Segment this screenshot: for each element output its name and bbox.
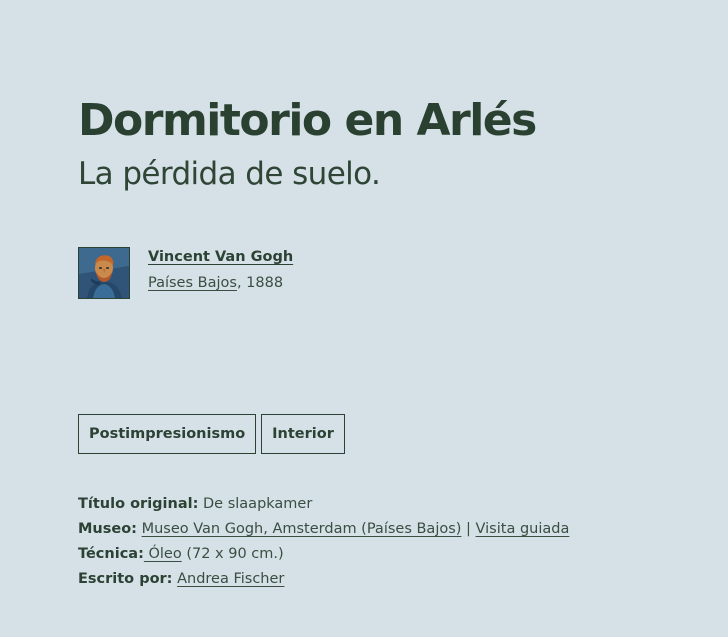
museum-link[interactable]: Museo Van Gogh, Amsterdam (Países Bajos) — [142, 521, 462, 537]
artwork-details: Título original: De slaapkamer Museo: Mu… — [78, 492, 569, 592]
author-year: , 1888 — [236, 275, 284, 291]
tag-interior[interactable]: Interior — [261, 414, 345, 454]
museum-separator: | — [461, 521, 476, 537]
technique-dimensions: (72 x 90 cm.) — [181, 546, 284, 562]
technique-label: Técnica: — [78, 546, 144, 562]
written-by-label: Escrito por: — [78, 571, 173, 587]
technique-link[interactable]: Óleo — [144, 546, 181, 562]
portrait-icon — [79, 248, 129, 298]
original-title-value: De slaapkamer — [198, 496, 313, 512]
page-title: Dormitorio en Arlés — [78, 95, 537, 146]
page-subtitle: La pérdida de suelo. — [78, 156, 381, 192]
author-avatar[interactable] — [78, 247, 130, 299]
original-title-label: Título original: — [78, 496, 199, 512]
museum-row: Museo: Museo Van Gogh, Amsterdam (Países… — [78, 517, 569, 542]
writer-link[interactable]: Andrea Fischer — [177, 571, 284, 587]
tag-list: Postimpresionismo Interior — [78, 414, 345, 454]
guided-tour-link[interactable]: Visita guiada — [476, 521, 570, 537]
original-title-row: Título original: De slaapkamer — [78, 492, 569, 517]
written-by-row: Escrito por: Andrea Fischer — [78, 567, 569, 592]
museum-label: Museo: — [78, 521, 137, 537]
technique-row: Técnica: Óleo (72 x 90 cm.) — [78, 542, 569, 567]
author-name-link[interactable]: Vincent Van Gogh — [148, 247, 293, 267]
tag-postimpresionismo[interactable]: Postimpresionismo — [78, 414, 257, 454]
artwork-page: Dormitorio en Arlés La pérdida de suelo.… — [78, 0, 698, 637]
author-country-link[interactable]: Países Bajos — [148, 275, 237, 291]
author-meta: Países Bajos, 1888 — [148, 273, 283, 293]
